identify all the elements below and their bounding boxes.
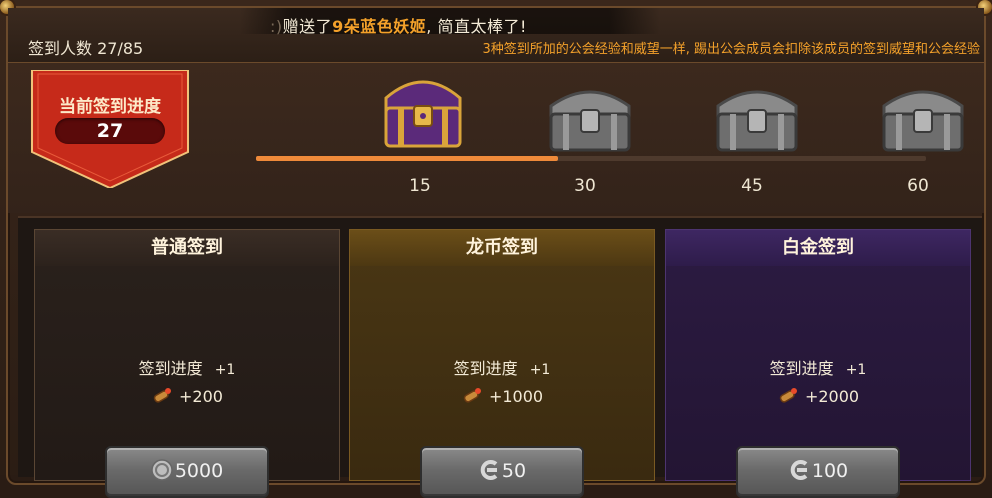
platinum-checkin-card: 白金签到 签到进度 +1 +2000 100 [665, 229, 971, 498]
dragon-coin-checkin-card: 龙币签到 签到进度 +1 +1000 50 [349, 229, 655, 498]
progress-plus: +1 [845, 362, 867, 378]
marquee-text: 赠送了 [282, 17, 333, 36]
reward-value: +1000 [488, 387, 544, 406]
guild-notice: 3种签到所加的公会经验和威望一样, 踢出公会成员会扣除该成员的签到威望和公会经验 [482, 42, 980, 57]
banner-value: 27 [55, 118, 165, 144]
checkin-progress-line: 签到进度 +1 [350, 355, 654, 379]
progress-label: 签到进度 [138, 359, 203, 378]
milestone-label: 30 [574, 176, 596, 196]
marquee-prefix: :) [270, 17, 283, 36]
checkin-progress-line: 签到进度 +1 [666, 355, 970, 379]
reward-line: +2000 [666, 387, 970, 406]
broadcast-marquee: :)赠送了9朵蓝色妖姬, 简直太棒了! [270, 13, 527, 37]
marquee-highlight: 9朵蓝色妖姬 [332, 17, 427, 36]
dragon-coin-checkin-button[interactable]: 50 [420, 446, 584, 498]
reward-value: +2000 [804, 387, 860, 406]
reward-line: +1000 [350, 387, 654, 406]
progress-track [256, 156, 926, 161]
banner-title: 当前签到进度 [59, 97, 161, 117]
open-gold-chest-icon[interactable] [378, 62, 468, 152]
progress-plus: +1 [529, 362, 551, 378]
button-cost: 5000 [174, 460, 224, 482]
milestone-label: 15 [409, 176, 431, 196]
milestone-label: 45 [741, 176, 763, 196]
normal-checkin-button[interactable]: 5000 [105, 446, 269, 498]
button-cost: 100 [811, 460, 849, 482]
silver-coin-icon [151, 452, 173, 481]
scroll-icon [461, 387, 483, 405]
checkin-count: 签到人数 27/85 [28, 39, 144, 58]
locked-silver-chest-icon[interactable] [545, 74, 635, 164]
button-cost: 50 [501, 460, 527, 482]
platinum-checkin-button[interactable]: 100 [736, 446, 900, 498]
marquee-text-end: , 简直太棒了! [426, 17, 527, 36]
card-title: 龙币签到 [350, 230, 654, 266]
locked-silver-chest-icon[interactable] [878, 74, 968, 164]
reward-value: +200 [179, 387, 223, 406]
scroll-icon [151, 387, 173, 405]
checkin-progress-line: 签到进度 +1 [35, 355, 339, 379]
progress-label: 签到进度 [453, 359, 518, 378]
dragon-coin-icon [788, 452, 810, 480]
progress-fill [256, 156, 558, 161]
card-title: 白金签到 [666, 230, 970, 266]
locked-silver-chest-icon[interactable] [712, 74, 802, 164]
reward-line: +200 [35, 387, 339, 406]
current-progress-banner: 当前签到进度 27 [30, 70, 190, 188]
progress-plus: +1 [214, 362, 236, 378]
progress-label: 签到进度 [769, 359, 834, 378]
milestone-label: 60 [907, 176, 929, 196]
card-title: 普通签到 [35, 230, 339, 266]
dragon-coin-icon [478, 452, 500, 480]
scroll-icon [777, 387, 799, 405]
normal-checkin-card: 普通签到 签到进度 +1 +200 5000 [34, 229, 340, 498]
